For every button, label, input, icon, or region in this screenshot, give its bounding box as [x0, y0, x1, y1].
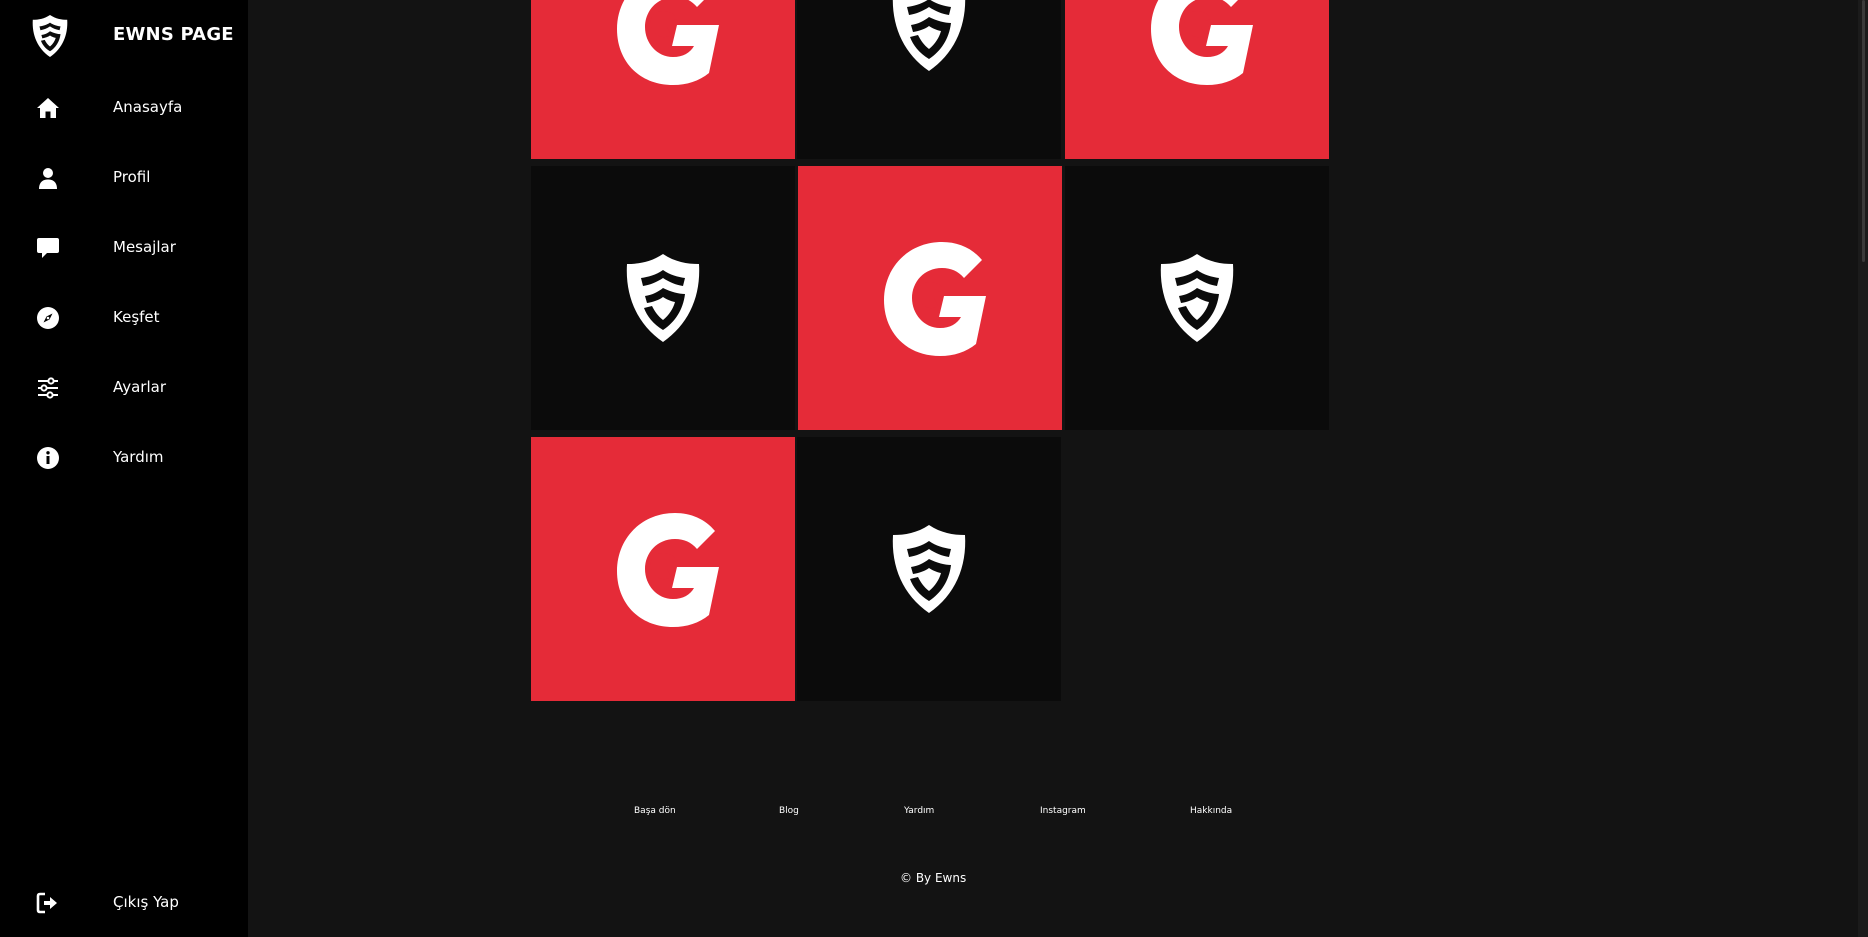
gallery-tile[interactable]	[797, 437, 1061, 701]
logout-button[interactable]: Çıkış Yap	[0, 875, 248, 931]
gallery-tile[interactable]	[797, 0, 1061, 159]
gallery-tile[interactable]	[1065, 0, 1329, 159]
sidebar-item-mesajlar[interactable]: Mesajlar	[0, 220, 248, 276]
scrollbar-thumb[interactable]	[1862, 0, 1865, 262]
g-logo-icon	[605, 0, 721, 85]
gallery-tile[interactable]	[531, 166, 795, 430]
g-logo-icon	[872, 240, 988, 356]
sidebar-item-kesfet[interactable]: Keşfet	[0, 290, 248, 346]
g-logo-icon	[605, 511, 721, 627]
sidebar-item-profil[interactable]: Profil	[0, 150, 248, 206]
gallery-tile[interactable]	[531, 437, 795, 701]
brand-logo-icon	[30, 14, 70, 58]
g-logo-icon	[1139, 0, 1255, 85]
message-icon	[36, 236, 60, 260]
shield-logo-icon	[623, 252, 703, 344]
footer-link-yardim[interactable]: Yardım	[904, 806, 934, 816]
sidebar-item-ayarlar[interactable]: Ayarlar	[0, 360, 248, 416]
compass-icon	[36, 306, 60, 330]
app: EWNS PAGE Anasayfa Profil Mesajlar Keşfe…	[0, 0, 1868, 937]
footer-link-blog[interactable]: Blog	[779, 806, 799, 816]
logout-icon	[36, 891, 60, 915]
gallery-tile[interactable]	[531, 0, 795, 159]
shield-logo-icon	[889, 0, 969, 73]
sliders-icon	[36, 376, 60, 400]
footer-link-instagram[interactable]: Instagram	[1040, 806, 1086, 816]
shield-logo-icon	[1157, 252, 1237, 344]
sidebar-item-label: Anasayfa	[113, 98, 183, 116]
gallery-tile[interactable]	[1065, 166, 1329, 430]
sidebar: EWNS PAGE Anasayfa Profil Mesajlar Keşfe…	[0, 0, 248, 937]
brand[interactable]	[30, 14, 70, 58]
shield-logo-icon	[889, 523, 969, 615]
info-icon	[36, 446, 60, 470]
copyright-text: © By Ewns	[900, 871, 967, 885]
user-icon	[36, 166, 60, 190]
sidebar-item-yardim[interactable]: Yardım	[0, 430, 248, 486]
home-icon	[36, 96, 60, 120]
brand-title[interactable]: EWNS PAGE	[113, 24, 234, 45]
sidebar-item-anasayfa[interactable]: Anasayfa	[0, 80, 248, 136]
sidebar-item-label: Keşfet	[113, 308, 160, 326]
sidebar-item-label: Profil	[113, 168, 151, 186]
sidebar-item-label: Mesajlar	[113, 238, 176, 256]
gallery-tile[interactable]	[798, 166, 1062, 430]
sidebar-item-label: Yardım	[113, 448, 164, 466]
footer-link-basa-don[interactable]: Başa dön	[634, 806, 676, 816]
sidebar-item-label: Ayarlar	[113, 378, 167, 396]
footer-link-hakkinda[interactable]: Hakkında	[1190, 806, 1232, 816]
logout-label: Çıkış Yap	[113, 893, 179, 911]
